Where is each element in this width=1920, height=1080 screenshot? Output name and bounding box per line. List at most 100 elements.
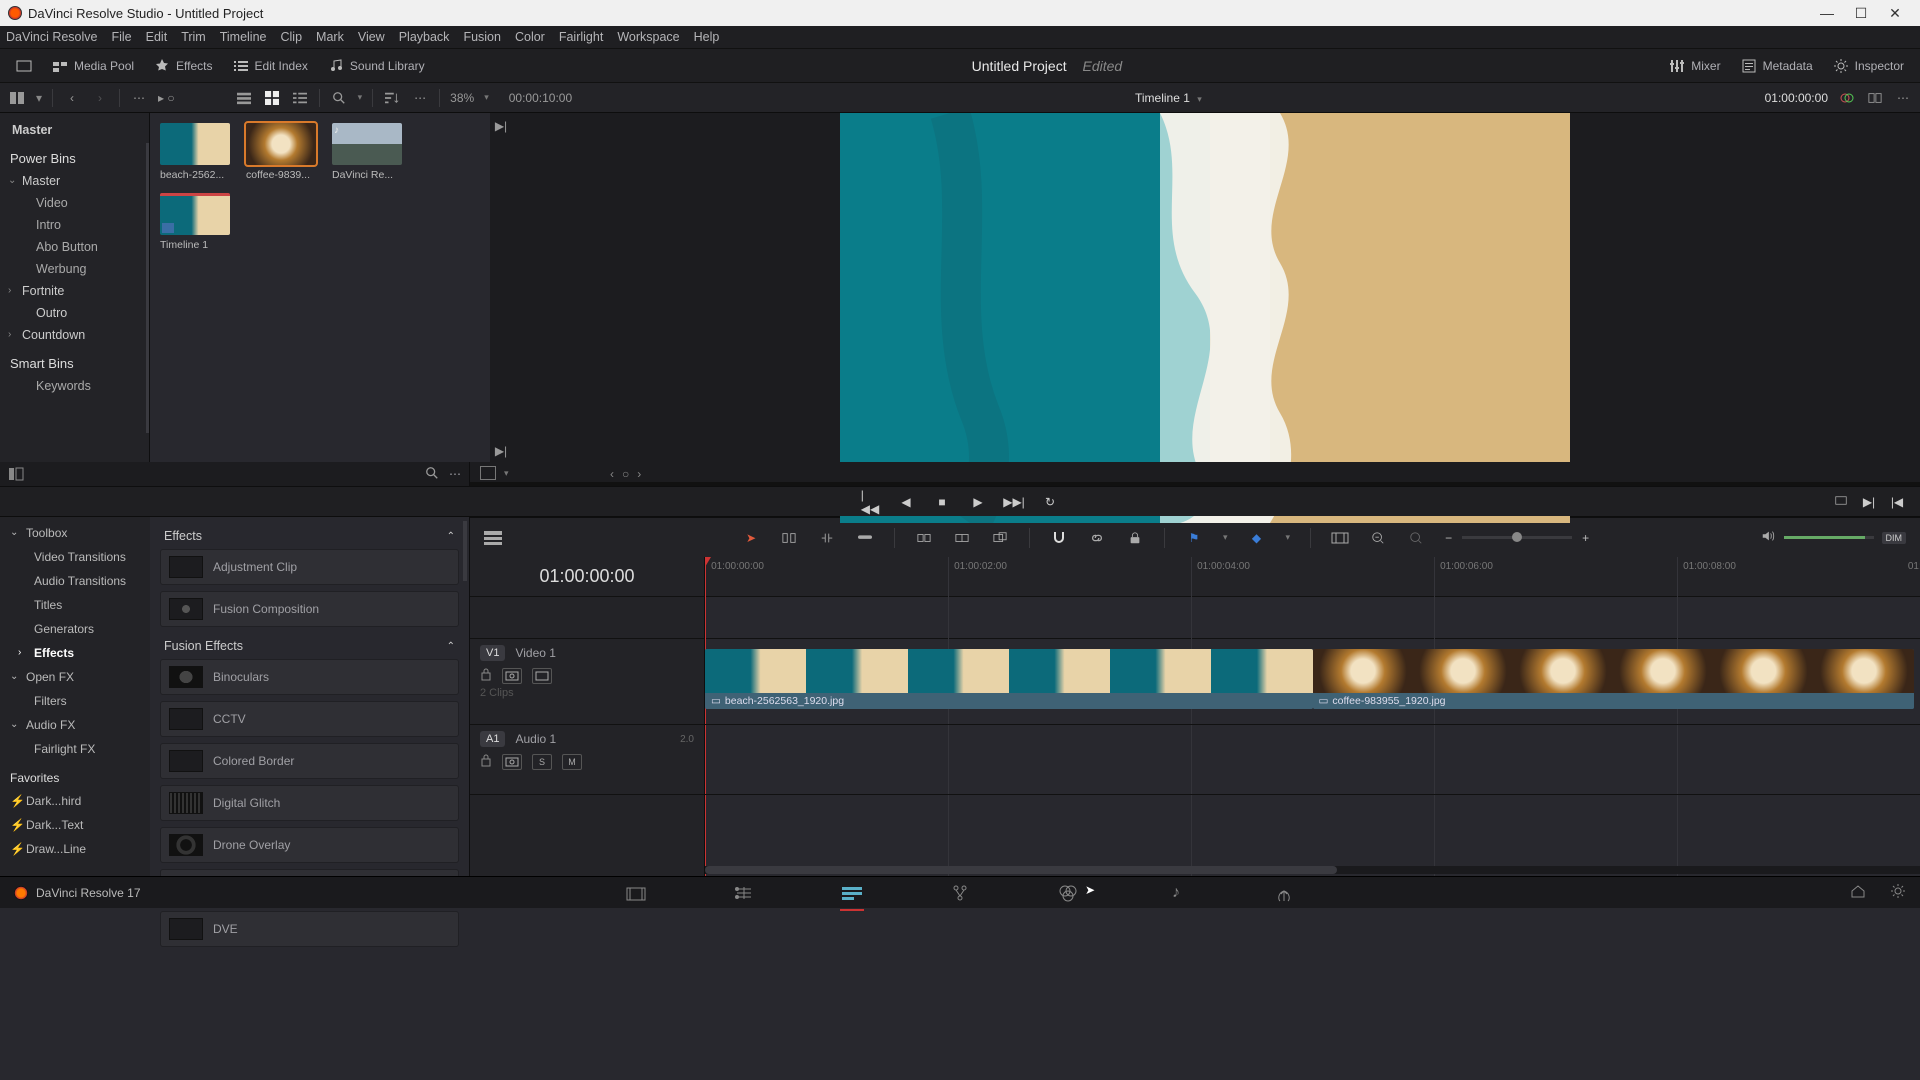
more-icon[interactable]: ⋯ (411, 89, 429, 107)
list-view-b-icon[interactable] (291, 89, 309, 107)
clip-thumb[interactable]: coffee-9839... (246, 123, 316, 181)
track-tag[interactable]: A1 (480, 731, 505, 747)
bin-item[interactable]: Keywords (0, 375, 149, 397)
bin-item[interactable]: Video (0, 192, 149, 214)
viewer-zoom[interactable]: 38% (450, 91, 474, 105)
clip-thumb[interactable]: ♪ DaVinci Re... (332, 123, 402, 181)
go-in-icon[interactable]: ▶| (1860, 493, 1878, 511)
collapse-icon[interactable]: ⌃ (447, 641, 455, 652)
mute-icon[interactable]: M (562, 754, 582, 770)
zoom-out-icon[interactable]: − (1445, 531, 1452, 545)
favorite-item[interactable]: ⚡Dark...hird (0, 789, 150, 813)
volume-slider[interactable] (1784, 536, 1874, 539)
maximize-button[interactable]: ☐ (1844, 1, 1878, 25)
inspector-toggle[interactable]: Inspector (1827, 54, 1910, 78)
viewer-mode-icon[interactable] (480, 466, 496, 480)
favorite-item[interactable]: ⚡Draw...Line (0, 837, 150, 861)
timeline-thumb[interactable]: Timeline 1 (160, 193, 230, 251)
fx-category[interactable]: Video Transitions (0, 545, 150, 569)
effects-toggle[interactable]: Effects (148, 54, 218, 78)
lock-track-icon[interactable] (480, 753, 492, 770)
menu-item[interactable]: Mark (316, 30, 344, 44)
collapse-icon[interactable]: ⌃ (447, 531, 455, 542)
menu-item[interactable]: Help (694, 30, 720, 44)
chevron-down-icon[interactable]: ⌄ (10, 719, 18, 730)
project-settings-icon[interactable] (1890, 883, 1906, 902)
fullscreen-toggle[interactable] (10, 54, 38, 78)
chevron-right-icon[interactable]: › (8, 285, 11, 296)
bin-item[interactable]: Intro (0, 214, 149, 236)
effect-item[interactable]: CCTV (160, 701, 459, 737)
menu-item[interactable]: Trim (181, 30, 206, 44)
bin-master[interactable]: Master (0, 119, 149, 141)
zoom-slider[interactable] (1462, 536, 1572, 539)
first-frame-button[interactable]: |◀◀ (861, 493, 879, 511)
bypass-grade-icon[interactable] (1838, 89, 1856, 107)
effect-item[interactable]: Fusion Composition (160, 591, 459, 627)
scrollbar[interactable] (463, 521, 467, 581)
prev-edit-icon[interactable]: ‹ (610, 467, 614, 481)
go-out-icon[interactable]: |◀ (1888, 493, 1906, 511)
link-icon[interactable] (1088, 529, 1106, 547)
loop-button[interactable]: ↻ (1041, 493, 1059, 511)
overwrite-clip-icon[interactable] (953, 529, 971, 547)
clip-thumb[interactable]: beach-2562... (160, 123, 230, 181)
bin-item[interactable]: Werbung (0, 258, 149, 280)
fx-more-icon[interactable]: ⋯ (449, 467, 461, 481)
video-track-header[interactable]: V1 Video 1 2 Clips (470, 639, 704, 725)
bin-item[interactable]: ›Fortnite (0, 280, 149, 302)
zoom-in-icon[interactable]: + (1582, 531, 1589, 545)
marker-icon[interactable]: ◆ (1248, 529, 1266, 547)
play-button[interactable]: ▶ (969, 493, 987, 511)
search-icon[interactable] (330, 89, 348, 107)
timeline-view-options-icon[interactable] (484, 529, 502, 547)
fx-category[interactable]: ›Effects (0, 641, 150, 665)
fx-group-header[interactable]: Effects⌃ (160, 523, 459, 549)
match-frame-icon[interactable]: ▶| (494, 119, 508, 133)
menu-item[interactable]: Timeline (220, 30, 267, 44)
edit-page-icon[interactable] (838, 879, 866, 907)
effect-item[interactable]: Adjustment Clip (160, 549, 459, 585)
thumb-view-icon[interactable] (263, 89, 281, 107)
menu-item[interactable]: Color (515, 30, 545, 44)
menu-item[interactable]: Edit (146, 30, 168, 44)
menu-item[interactable]: View (358, 30, 385, 44)
bin-item[interactable]: ›Countdown (0, 324, 149, 346)
sort-icon[interactable] (383, 89, 401, 107)
auto-select-icon[interactable] (502, 668, 522, 684)
match-icon[interactable] (1832, 493, 1850, 511)
effect-item[interactable]: Binoculars (160, 659, 459, 695)
stop-button[interactable]: ■ (933, 493, 951, 511)
selection-tool-icon[interactable]: ➤ (742, 529, 760, 547)
audio-track[interactable] (705, 725, 1920, 795)
close-button[interactable]: ✕ (1878, 1, 1912, 25)
zoom-to-fit-icon[interactable] (1369, 529, 1387, 547)
list-view-a-icon[interactable] (235, 89, 253, 107)
color-page-icon[interactable] (1054, 879, 1082, 907)
effect-item[interactable]: Colored Border (160, 743, 459, 779)
menu-item[interactable]: Workspace (617, 30, 679, 44)
menu-item[interactable]: Fairlight (559, 30, 603, 44)
fx-category[interactable]: Filters (0, 689, 150, 713)
chevron-down-icon[interactable]: ⌄ (10, 527, 18, 538)
effect-item[interactable]: Digital Glitch (160, 785, 459, 821)
fx-category[interactable]: Fairlight FX (0, 737, 150, 761)
cut-page-icon[interactable] (730, 879, 758, 907)
dynamic-trim-icon[interactable] (818, 529, 836, 547)
chevron-right-icon[interactable]: › (18, 647, 21, 658)
media-pool-toggle[interactable]: Media Pool (46, 54, 140, 78)
timeline-clip[interactable]: ▭coffee-983955_1920.jpg (1313, 649, 1914, 709)
fx-group-header[interactable]: Fusion Effects⌃ (160, 633, 459, 659)
nav-back-icon[interactable]: ‹ (63, 89, 81, 107)
sound-library-toggle[interactable]: Sound Library (322, 54, 431, 78)
custom-zoom-icon[interactable] (1407, 529, 1425, 547)
lock-icon[interactable] (1126, 529, 1144, 547)
path-dropdown[interactable]: ▸ ○ (158, 91, 175, 105)
metadata-toggle[interactable]: Metadata (1735, 54, 1819, 78)
deliver-page-icon[interactable] (1270, 879, 1298, 907)
trim-tool-icon[interactable] (780, 529, 798, 547)
bin-view-icon[interactable] (8, 89, 26, 107)
fx-category[interactable]: ⌄Open FX (0, 665, 150, 689)
nav-fwd-icon[interactable]: › (91, 89, 109, 107)
range-icon[interactable] (1331, 529, 1349, 547)
